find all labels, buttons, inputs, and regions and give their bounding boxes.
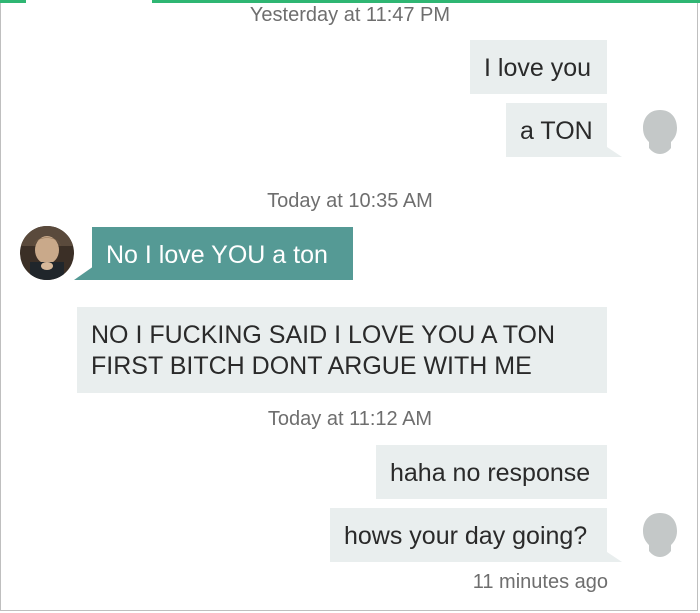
message-line: NO I FUCKING SAID I LOVE YOU A TON (91, 321, 556, 349)
message-line: FIRST BITCH DONT ARGUE WITH ME (91, 352, 532, 380)
timestamp-today-1035: Today at 10:35 AM (267, 190, 433, 212)
message-status: 11 minutes ago (472, 571, 608, 593)
profile-photo-icon (20, 226, 74, 280)
timestamp-yesterday: Yesterday at 11:47 PM (249, 4, 451, 26)
default-avatar-icon[interactable] (638, 108, 682, 156)
bubble-tail (604, 550, 622, 562)
message-bubble-outgoing[interactable]: I love you (470, 40, 607, 94)
top-bar-tab (26, 0, 152, 3)
message-bubble-outgoing[interactable]: a TON (506, 103, 607, 157)
message-bubble-outgoing-multiline[interactable]: NO I FUCKING SAID I LOVE YOU A TON FIRST… (77, 307, 607, 393)
message-bubble-outgoing[interactable]: hows your day going? (330, 508, 607, 562)
timestamp-today-1112: Today at 11:12 AM (267, 408, 433, 430)
message-bubble-outgoing[interactable]: haha no response (376, 445, 607, 499)
message-bubble-incoming[interactable]: No I love YOU a ton (92, 227, 353, 280)
bubble-tail (74, 266, 94, 280)
contact-avatar[interactable] (20, 226, 74, 280)
bubble-tail (604, 145, 622, 157)
default-avatar-icon[interactable] (638, 511, 682, 559)
